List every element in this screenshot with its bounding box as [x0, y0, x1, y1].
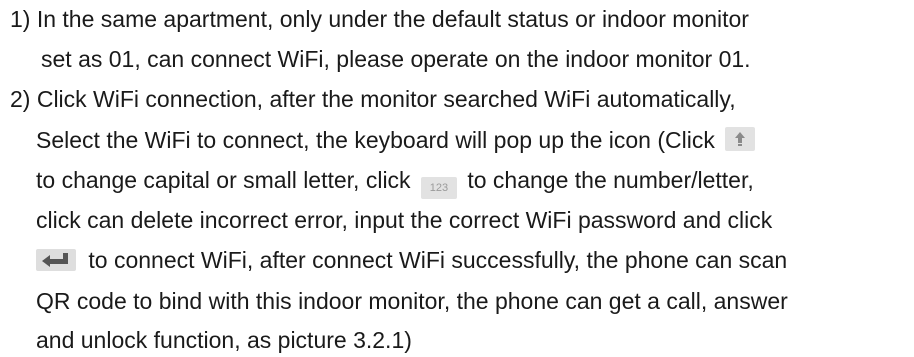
step-2-line-3: to change capital or small letter, click…: [36, 166, 754, 199]
text-span: QR code to bind with this indoor monitor…: [36, 288, 788, 314]
step-2-line-2: Select the WiFi to connect, the keyboard…: [36, 126, 759, 154]
step-2-line-6: QR code to bind with this indoor monitor…: [36, 287, 788, 315]
step-1-line-1: 1) In the same apartment, only under the…: [10, 5, 749, 33]
numbers-key-icon: 123: [420, 177, 457, 199]
text-span: 1) In the same apartment, only under the…: [10, 6, 749, 32]
text-span: to change the number/letter,: [467, 167, 754, 193]
document-page: 1) In the same apartment, only under the…: [0, 0, 914, 357]
text-span: Select the WiFi to connect, the keyboard…: [36, 127, 715, 153]
step-2-line-7: and unlock function, as picture 3.2.1): [36, 326, 412, 354]
text-span: 2) Click WiFi connection, after the moni…: [10, 86, 736, 112]
step-2-line-4: click can delete incorrect error, input …: [36, 206, 772, 234]
step-2-line-5: to connect WiFi, after connect WiFi succ…: [36, 246, 787, 274]
text-span: set as 01, can connect WiFi, please oper…: [41, 46, 751, 72]
enter-return-icon: [42, 253, 68, 267]
enter-key-icon: [36, 249, 76, 271]
text-span: to connect WiFi, after connect WiFi succ…: [88, 247, 788, 273]
text-span: to change capital or small letter, click: [36, 167, 411, 193]
shift-arrow-icon: [735, 132, 746, 146]
step-1-line-2: set as 01, can connect WiFi, please oper…: [41, 45, 751, 73]
step-2-line-1: 2) Click WiFi connection, after the moni…: [10, 85, 736, 113]
text-span: click can delete incorrect error, input …: [36, 207, 773, 233]
text-span: and unlock function, as picture 3.2.1): [36, 327, 412, 353]
shift-key-icon: [725, 127, 756, 151]
